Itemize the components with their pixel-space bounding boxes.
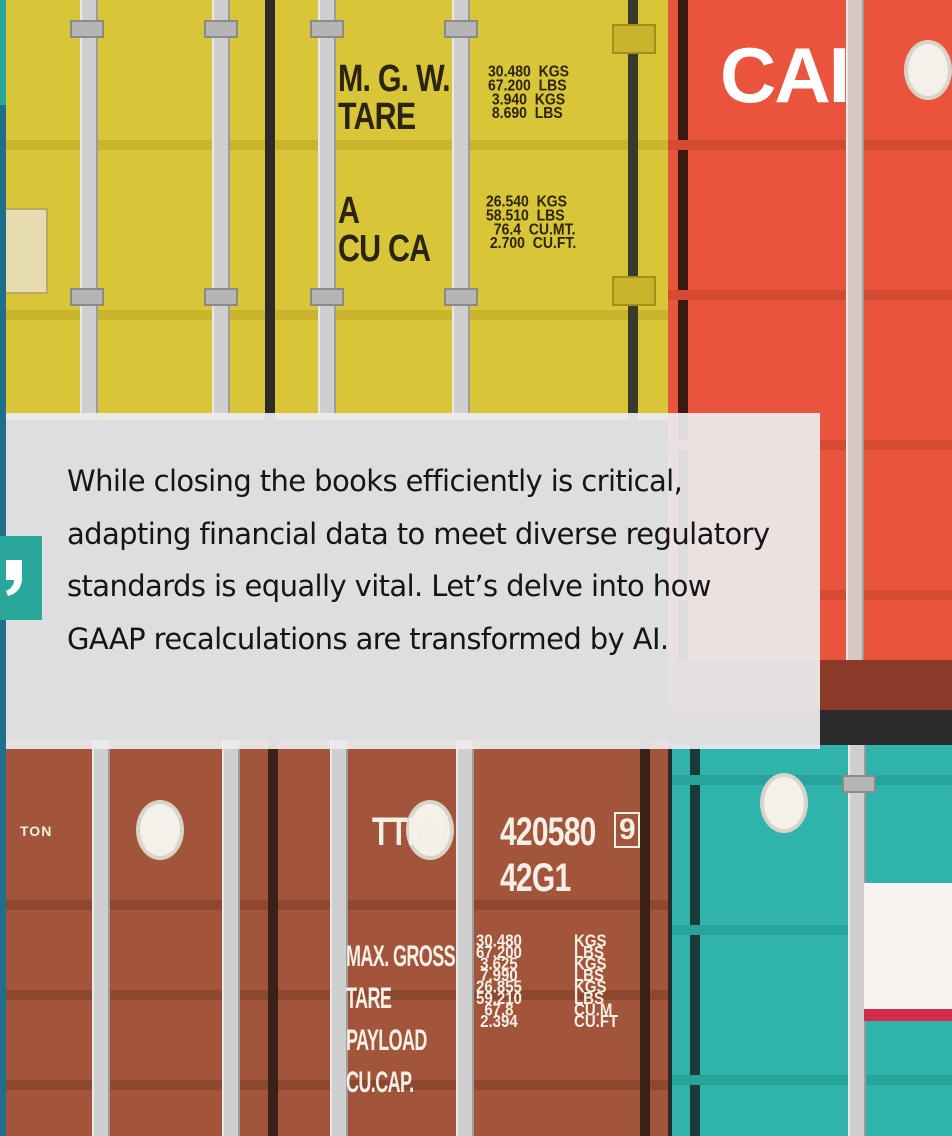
lock-rod bbox=[212, 0, 230, 420]
rod-bracket bbox=[842, 775, 876, 793]
container-seal-badge bbox=[136, 800, 184, 860]
container-seal-badge bbox=[904, 40, 952, 100]
container-marking-tare-label: M. G. W. TARE bbox=[338, 58, 451, 138]
lock-rod bbox=[846, 0, 864, 710]
door-placard bbox=[4, 208, 48, 294]
quote-badge bbox=[0, 536, 42, 620]
lock-rod bbox=[222, 740, 240, 1136]
rod-bracket bbox=[204, 288, 238, 306]
door-seam bbox=[268, 740, 278, 1136]
container-weight-labels: MAX. GROSS TARE PAYLOAD CU.CAP. bbox=[346, 940, 456, 1099]
container-marking-tare-values: 30.480 KGS 67.200 LBS 3.940 KGS 8.690 LB… bbox=[488, 61, 569, 122]
door-seam bbox=[265, 0, 275, 420]
cai-logo: CAI bbox=[720, 31, 850, 119]
hinge bbox=[612, 24, 656, 54]
container-seal-badge bbox=[760, 773, 808, 833]
rod-bracket bbox=[444, 20, 478, 38]
container-rib bbox=[672, 775, 952, 785]
quote-mark-icon bbox=[6, 560, 22, 596]
lock-rod bbox=[318, 0, 336, 420]
quote-text: While closing the books efficiently is c… bbox=[67, 464, 770, 656]
rod-bracket bbox=[204, 20, 238, 38]
lock-rod bbox=[80, 0, 98, 420]
container-weight-values: 30.480 67.200 3.625 7.990 26.855 59.210 … bbox=[476, 931, 522, 1032]
container-marking-capacity-values: 26.540 KGS 58.510 LBS 76.4 CU.MT. 2.700 … bbox=[486, 191, 577, 252]
door-seam bbox=[640, 740, 650, 1136]
teal-container bbox=[672, 745, 952, 1136]
yellow-container: M. G. W. TARE 30.480 KGS 67.200 LBS 3.94… bbox=[0, 0, 668, 420]
container-weight-units: KGS LBS KGS LBS KGS LBS CU.M CU.FT bbox=[574, 931, 619, 1032]
accent-strip-top bbox=[0, 0, 6, 105]
lock-rod bbox=[452, 0, 470, 420]
rod-bracket bbox=[70, 20, 104, 38]
container-rib bbox=[672, 1075, 952, 1085]
rod-bracket bbox=[310, 20, 344, 38]
rod-bracket bbox=[70, 288, 104, 306]
brown-container: TON TTNU 420580 9 42G1 MAX. GROSS TARE P… bbox=[0, 740, 668, 1136]
container-sticker bbox=[864, 883, 952, 1021]
container-rib bbox=[668, 140, 952, 150]
rod-bracket bbox=[310, 288, 344, 306]
container-marking-capacity-label: A CU CA bbox=[338, 190, 431, 270]
hinge bbox=[612, 276, 656, 306]
container-edge-marking: TON bbox=[20, 823, 53, 839]
rod-bracket bbox=[444, 288, 478, 306]
container-check-digit: 9 bbox=[614, 812, 640, 848]
lock-rod bbox=[92, 740, 110, 1136]
container-type-code: 42G1 bbox=[500, 856, 571, 900]
container-serial-number: 420580 bbox=[500, 810, 596, 854]
lock-rod bbox=[456, 740, 474, 1136]
door-seam bbox=[628, 0, 638, 420]
container-rib bbox=[668, 290, 952, 300]
sticker-stripe bbox=[864, 1009, 952, 1021]
container-owner-code: TTNU bbox=[372, 810, 450, 854]
